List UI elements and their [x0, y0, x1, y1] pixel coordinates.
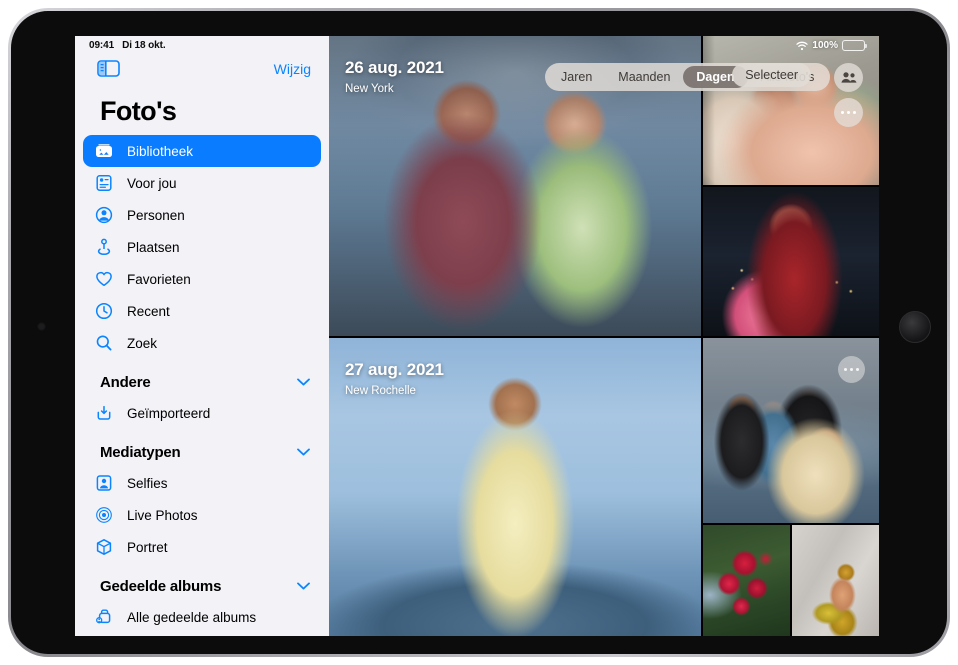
sidebar-item-zoek[interactable]: Zoek — [83, 327, 321, 359]
segment-jaren[interactable]: Jaren — [548, 66, 605, 88]
sidebar-group-andere-list: Geïmporteerd — [75, 397, 329, 429]
photo-still-life-fruit[interactable] — [792, 525, 879, 636]
group-title: Andere — [100, 374, 150, 391]
sidebar-group-andere[interactable]: Andere — [75, 359, 329, 397]
sidebar-item-label: Plaatsen — [127, 240, 180, 255]
day-date: 27 aug. 2021 — [345, 360, 444, 380]
sidebar-group-mediatypen-list: Selfies Live Photos — [75, 467, 329, 563]
heart-icon — [94, 269, 114, 289]
home-button[interactable] — [899, 311, 931, 343]
device-body: 09:41 Di 18 okt. 100% — [11, 11, 947, 654]
sidebar-item-label: Live Photos — [127, 508, 198, 523]
sidebar-group-mediatypen[interactable]: Mediatypen — [75, 429, 329, 467]
front-camera — [37, 322, 46, 331]
sidebar-group-gedeelde-list: Alle gedeelde albums Nieuw gedeeld album — [75, 601, 329, 636]
sidebar-group-gedeelde-albums[interactable]: Gedeelde albums — [75, 563, 329, 601]
day-place: New Rochelle — [345, 385, 444, 397]
select-button[interactable]: Selecteer — [732, 63, 811, 87]
photo-woman-night-skyline[interactable] — [703, 187, 879, 336]
sidebar-item-label: Recent — [127, 304, 170, 319]
photo-more-ellipsis-icon[interactable] — [838, 356, 865, 383]
sidebar-item-label: Bibliotheek — [127, 144, 193, 159]
sidebar-item-plaatsen[interactable]: Plaatsen — [83, 231, 321, 263]
selfie-icon — [94, 473, 114, 493]
sidebar-item-nieuw-gedeeld-album[interactable]: Nieuw gedeeld album — [83, 633, 321, 636]
sidebar-item-favorieten[interactable]: Favorieten — [83, 263, 321, 295]
shared-album-icon — [94, 607, 114, 627]
person-circle-icon — [94, 205, 114, 225]
sidebar-item-label: Zoek — [127, 336, 157, 351]
photos-library-icon — [94, 141, 114, 161]
group-title: Gedeelde albums — [100, 578, 221, 595]
sidebar-primary-list: Bibliotheek Voor jou — [75, 135, 329, 359]
sidebar-item-label: Alle gedeelde albums — [127, 610, 256, 625]
import-icon — [94, 403, 114, 423]
sidebar-item-recent[interactable]: Recent — [83, 295, 321, 327]
sidebar-item-selfies[interactable]: Selfies — [83, 467, 321, 499]
edit-button[interactable]: Wijzig — [274, 59, 311, 77]
screen: 09:41 Di 18 okt. 100% — [75, 36, 879, 636]
group-title: Mediatypen — [100, 444, 181, 461]
sidebar-item-geimporteerd[interactable]: Geïmporteerd — [83, 397, 321, 429]
photo-woman-yellow-dress[interactable]: 27 aug. 2021 New Rochelle — [329, 338, 701, 636]
clock-icon — [94, 301, 114, 321]
segment-maanden[interactable]: Maanden — [605, 66, 683, 88]
sidebar-item-alle-gedeelde-albums[interactable]: Alle gedeelde albums — [83, 601, 321, 633]
tablet-device-frame: 09:41 Di 18 okt. 100% — [8, 8, 950, 657]
chevron-down-icon[interactable] — [297, 443, 310, 461]
sidebar-item-label: Geïmporteerd — [127, 406, 210, 421]
sidebar-item-portret[interactable]: Portret — [83, 531, 321, 563]
map-pin-icon — [94, 237, 114, 257]
day-section-2: 27 aug. 2021 New Rochelle — [329, 338, 879, 636]
day-date: 26 aug. 2021 — [345, 58, 444, 78]
day-2-bottom-row — [703, 525, 879, 636]
sidebar-item-label: Voor jou — [127, 176, 177, 191]
for-you-icon — [94, 173, 114, 193]
chevron-down-icon[interactable] — [297, 577, 310, 595]
page-title: Foto's — [75, 80, 329, 135]
sidebar-toggle-icon[interactable] — [97, 60, 120, 77]
photo-group-by-water[interactable] — [703, 338, 879, 523]
sidebar-item-label: Favorieten — [127, 272, 191, 287]
day-place: New York — [345, 83, 444, 95]
sidebar-item-voor-jou[interactable]: Voor jou — [83, 167, 321, 199]
day-caption: 27 aug. 2021 New Rochelle — [345, 360, 444, 397]
people-icon[interactable] — [834, 63, 863, 92]
sidebar-header: Wijzig — [75, 36, 329, 80]
search-icon — [94, 333, 114, 353]
live-photo-icon — [94, 505, 114, 525]
more-ellipsis-icon[interactable] — [834, 98, 863, 127]
photo-red-roses[interactable] — [703, 525, 790, 636]
chevron-down-icon[interactable] — [297, 373, 310, 391]
photo-grid: Jaren Maanden Dagen Alle foto's Selectee… — [329, 36, 879, 636]
sidebar-item-personen[interactable]: Personen — [83, 199, 321, 231]
sidebar-item-bibliotheek[interactable]: Bibliotheek — [83, 135, 321, 167]
day-2-side-column — [703, 338, 879, 636]
sidebar-item-label: Personen — [127, 208, 185, 223]
sidebar-item-label: Selfies — [127, 476, 168, 491]
sidebar-item-label: Portret — [127, 540, 168, 555]
portrait-cube-icon — [94, 537, 114, 557]
sidebar-item-live-photos[interactable]: Live Photos — [83, 499, 321, 531]
sidebar: Wijzig Foto's Bibliothee — [75, 36, 329, 636]
day-caption: 26 aug. 2021 New York — [345, 58, 444, 95]
